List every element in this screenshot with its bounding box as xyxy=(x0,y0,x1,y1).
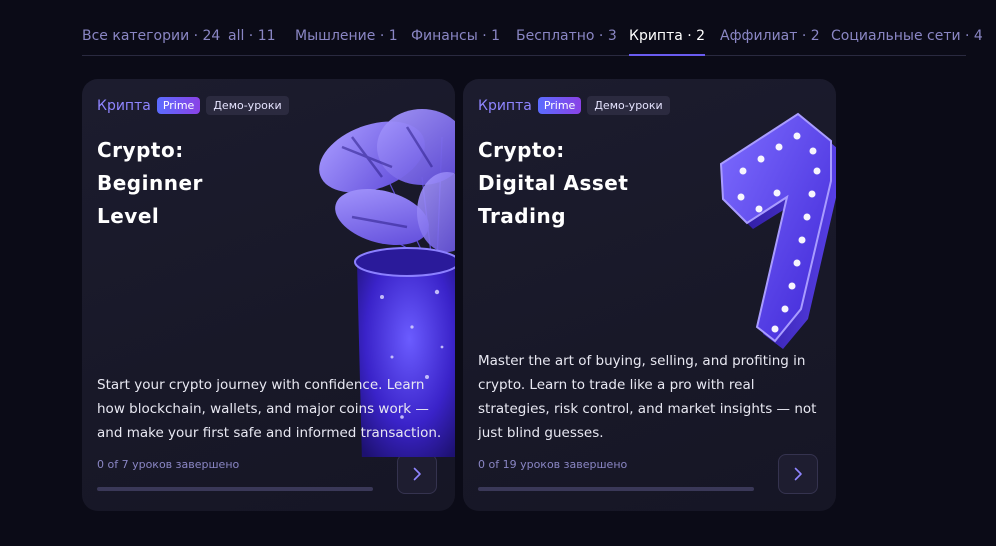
course-title-line: Trading xyxy=(478,204,567,228)
category-label: Крипта xyxy=(478,97,532,114)
course-title-line: Beginner xyxy=(97,171,203,195)
open-course-button[interactable] xyxy=(778,454,818,494)
tab-thinking[interactable]: Мышление · 1 xyxy=(295,28,398,44)
demo-lessons-badge: Демо-уроки xyxy=(587,96,670,115)
marquee-number-seven-image xyxy=(719,112,836,349)
prime-badge: Prime xyxy=(156,97,201,114)
progress-bar xyxy=(478,487,754,491)
course-title-line: Digital Asset xyxy=(478,171,629,195)
tab-social-networks[interactable]: Социальные сети · 4 xyxy=(831,28,983,44)
course-description: Start your crypto journey with confidenc… xyxy=(97,377,442,441)
course-title-line: Crypto: xyxy=(97,138,184,162)
tab-all-categories[interactable]: Все категории · 24 xyxy=(82,28,220,44)
course-title-line: Crypto: xyxy=(478,138,565,162)
tab-free[interactable]: Бесплатно · 3 xyxy=(516,28,617,44)
course-title: Crypto: Beginner Level xyxy=(97,134,307,233)
card-header: Крипта Prime Демо-уроки xyxy=(97,96,289,115)
category-tabs: Все категории · 24 all · 11 Мышление · 1… xyxy=(82,24,983,56)
chevron-right-icon xyxy=(413,467,421,481)
prime-badge: Prime xyxy=(537,97,582,114)
tab-all[interactable]: all · 11 xyxy=(228,28,276,44)
tab-finance[interactable]: Финансы · 1 xyxy=(411,28,500,44)
progress-bar xyxy=(97,487,373,491)
tab-affiliate[interactable]: Аффилиат · 2 xyxy=(720,28,820,44)
card-header: Крипта Prime Демо-уроки xyxy=(478,96,670,115)
progress-text: 0 of 19 уроков завершено xyxy=(478,458,628,471)
category-label: Крипта xyxy=(97,97,151,114)
tab-crypto[interactable]: Крипта · 2 xyxy=(629,28,706,56)
course-title-line: Level xyxy=(97,204,160,228)
open-course-button[interactable] xyxy=(397,454,437,494)
course-card[interactable]: Крипта Prime Демо-уроки Crypto: Digital … xyxy=(463,79,836,511)
course-description: Master the art of buying, selling, and p… xyxy=(478,353,817,441)
course-title: Crypto: Digital Asset Trading xyxy=(478,134,688,233)
course-card[interactable]: Крипта Prime Демо-уроки Crypto: Beginner… xyxy=(82,79,455,511)
progress-text: 0 of 7 уроков завершено xyxy=(97,458,240,471)
chevron-right-icon xyxy=(794,467,802,481)
demo-lessons-badge: Демо-уроки xyxy=(206,96,289,115)
